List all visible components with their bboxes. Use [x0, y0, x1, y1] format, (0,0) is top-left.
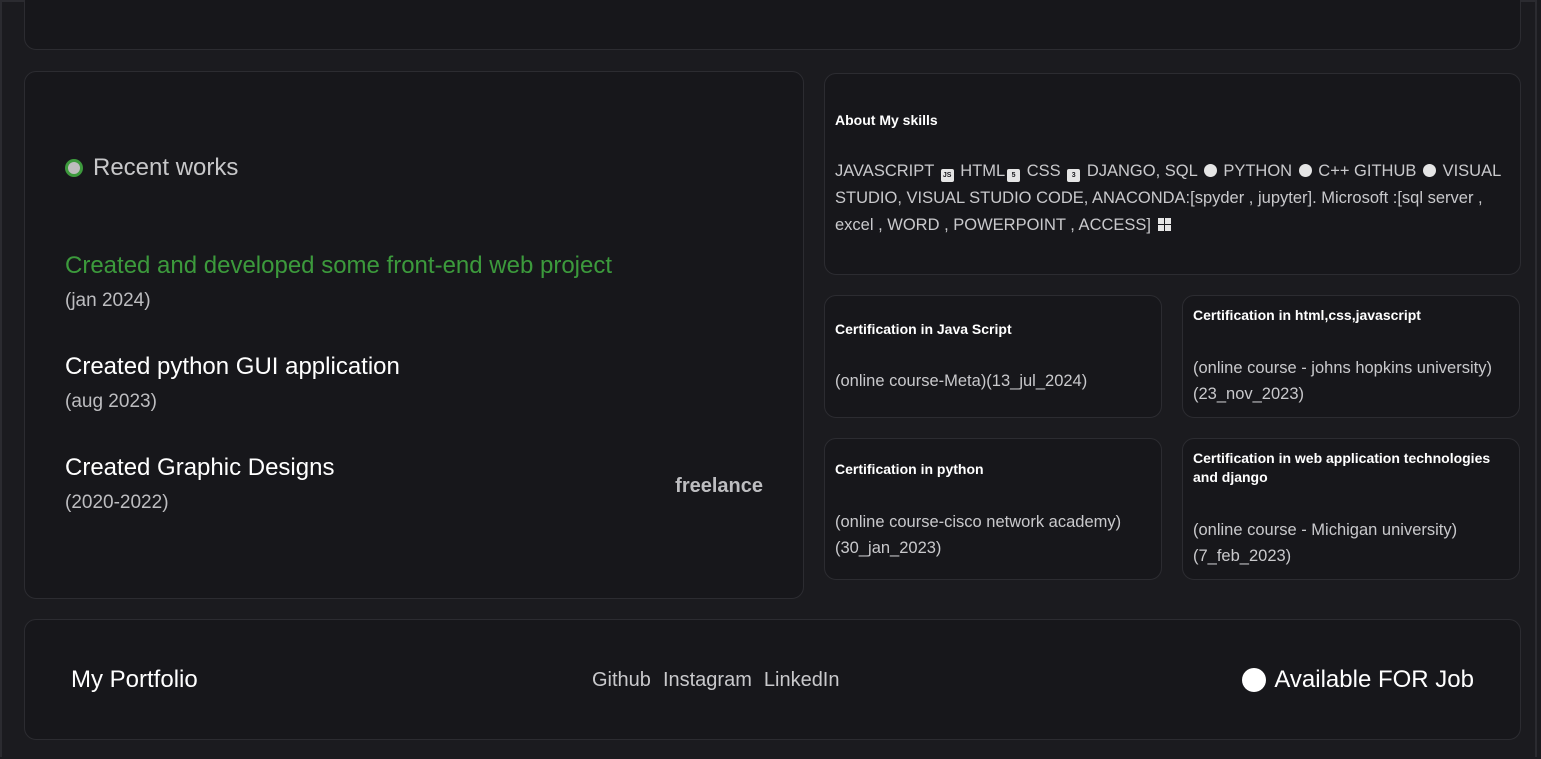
work-date: (jan 2024)	[65, 290, 151, 311]
skill-text: HTML	[955, 162, 1006, 180]
linkedin-link[interactable]: LinkedIn	[764, 669, 840, 692]
availability-status: Available FOR Job	[1242, 666, 1474, 694]
certification-title: Certification in web application technol…	[1193, 450, 1491, 485]
github-icon	[1422, 164, 1436, 177]
work-title: Created Graphic Designs	[65, 454, 335, 481]
certification-detail: (online course-Meta)(13_jul_2024)	[835, 372, 1088, 390]
work-date: (2020-2022)	[65, 492, 169, 513]
freelance-tag: freelance	[675, 475, 763, 497]
skills-text: JAVASCRIPT JS HTML 5 CSS 3 DJANGO, SQL PY…	[835, 158, 1506, 239]
skill-text: C++ GITHUB	[1313, 162, 1417, 180]
certification-title: Certification in html,css,javascript	[1193, 307, 1421, 323]
work-item: Created python GUI application (aug 2023…	[65, 353, 400, 413]
certification-card: Certification in python (online course-c…	[824, 438, 1162, 580]
certification-card: Certification in html,css,javascript (on…	[1182, 295, 1520, 418]
skills-card: About My skills JAVASCRIPT JS HTML 5 CSS …	[824, 73, 1521, 275]
recent-works-heading: Recent works	[93, 154, 239, 181]
certification-card: Certification in web application technol…	[1182, 438, 1520, 580]
html5-icon: 5	[1007, 169, 1021, 182]
status-dot-icon	[65, 159, 83, 177]
certification-card: Certification in Java Script (online cou…	[824, 295, 1162, 418]
top-card	[24, 0, 1521, 50]
skill-text: CSS	[1022, 162, 1061, 180]
certification-title: Certification in Java Script	[835, 321, 1012, 337]
work-item: Created and developed some front-end web…	[65, 252, 612, 312]
work-title: Created python GUI application	[65, 353, 400, 380]
recent-works-header: Recent works	[65, 154, 238, 182]
work-date: (aug 2023)	[65, 391, 157, 412]
skill-text: DJANGO, SQL	[1082, 162, 1198, 180]
python-icon	[1298, 164, 1312, 177]
github-link[interactable]: Github	[592, 669, 651, 692]
certification-detail: (online course - Michigan university)(7_…	[1193, 521, 1458, 565]
certification-title: Certification in python	[835, 461, 984, 477]
availability-label: Available FOR Job	[1274, 666, 1474, 693]
css3-icon: 3	[1067, 169, 1081, 182]
work-title[interactable]: Created and developed some front-end web…	[65, 252, 612, 280]
footer-links: Github Instagram LinkedIn	[592, 669, 840, 692]
windows-icon	[1157, 218, 1171, 231]
skill-text: PYTHON	[1218, 162, 1293, 180]
database-icon	[1203, 164, 1217, 177]
recent-works-card: Recent works Created and developed some …	[24, 71, 804, 599]
certification-detail: (online course-cisco network academy)(30…	[835, 513, 1122, 557]
status-dot-icon	[1242, 668, 1267, 692]
js-icon: JS	[940, 169, 954, 182]
brand-title[interactable]: My Portfolio	[71, 666, 198, 694]
footer: My Portfolio Github Instagram LinkedIn A…	[24, 619, 1521, 740]
skills-title: About My skills	[835, 112, 938, 128]
certification-detail: (online course - johns hopkins universit…	[1193, 359, 1492, 403]
instagram-link[interactable]: Instagram	[663, 669, 752, 692]
work-item: Created Graphic Designs (2020-2022)	[65, 454, 334, 514]
skill-text: JAVASCRIPT	[835, 162, 935, 180]
